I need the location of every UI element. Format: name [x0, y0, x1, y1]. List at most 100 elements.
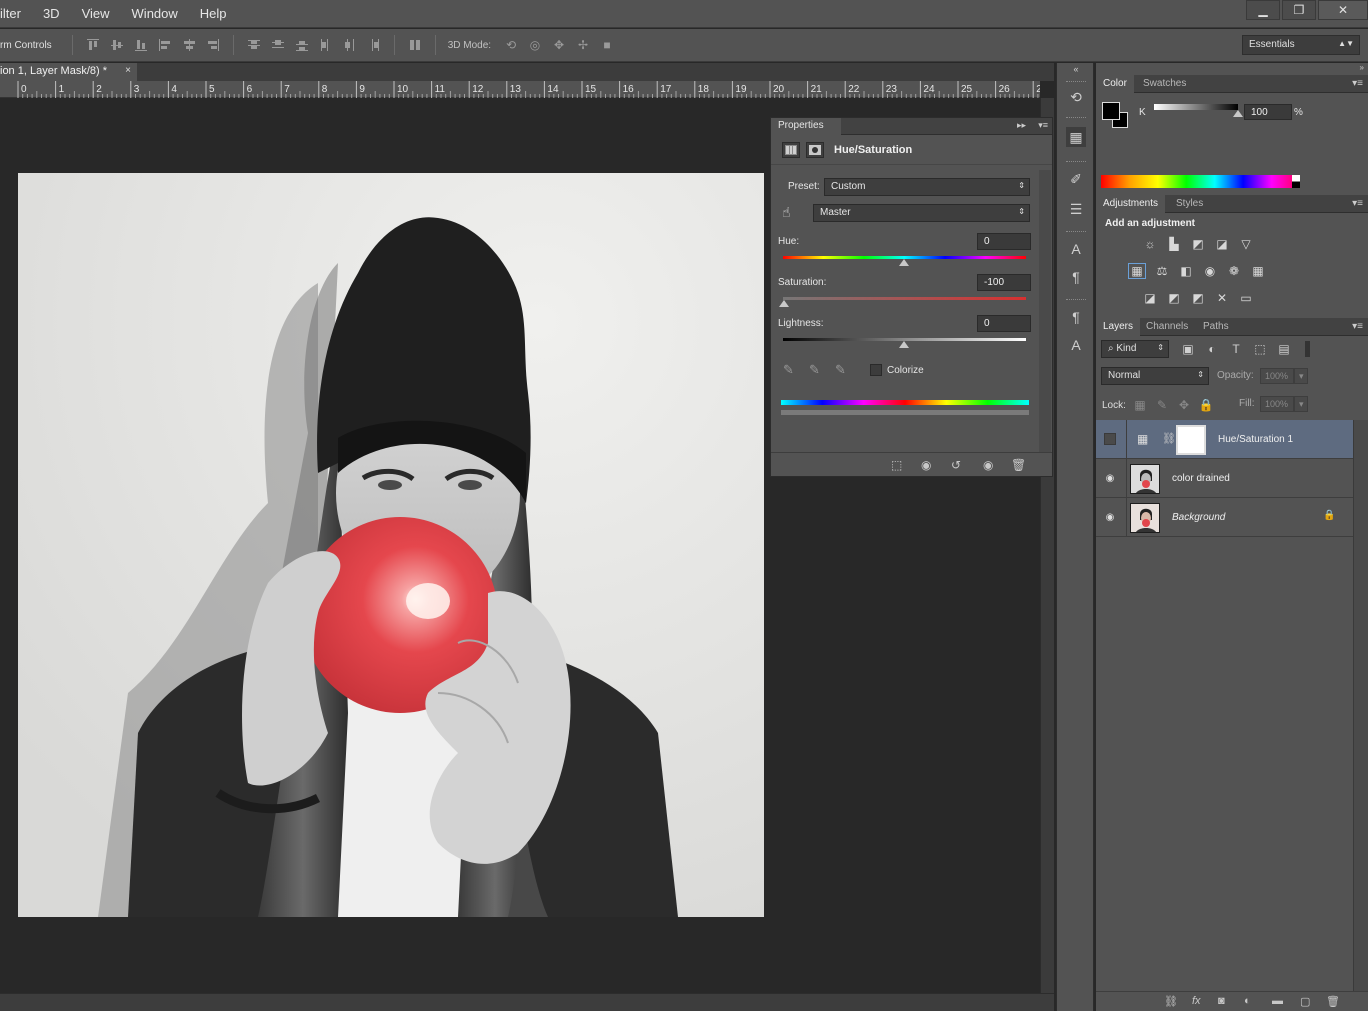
foreground-color-swatch[interactable]: [1102, 102, 1120, 120]
tab-adjustments[interactable]: Adjustments: [1096, 195, 1166, 213]
tab-styles[interactable]: Styles: [1169, 195, 1210, 213]
chain-link-icon[interactable]: ⛓: [1162, 432, 1176, 445]
color-lookup-icon[interactable]: ▦: [1249, 263, 1267, 279]
saturation-slider-thumb[interactable]: [779, 300, 789, 307]
layer-style-fx-icon[interactable]: fx: [1192, 995, 1201, 1007]
posterize-icon[interactable]: ◩: [1165, 290, 1183, 306]
distribute-top-icon[interactable]: [246, 38, 262, 52]
menu-view[interactable]: View: [71, 6, 121, 21]
layer-thumbnail[interactable]: [1130, 464, 1160, 494]
link-layers-icon[interactable]: ⛓: [1164, 995, 1178, 1008]
new-group-folder-icon[interactable]: ▬: [1272, 995, 1283, 1007]
transform-controls-label[interactable]: rm Controls: [0, 40, 52, 51]
k-slider-track[interactable]: [1154, 104, 1238, 110]
grip[interactable]: [1066, 117, 1086, 119]
document-tab[interactable]: ion 1, Layer Mask/8) * ×: [0, 63, 137, 81]
restore-button[interactable]: ❐: [1282, 0, 1316, 20]
3d-slide-icon[interactable]: ✢: [575, 38, 591, 52]
new-adjustment-layer-icon[interactable]: ◐: [1244, 995, 1251, 1007]
document-image[interactable]: [18, 173, 764, 917]
saturation-value-field[interactable]: -100: [977, 274, 1031, 291]
k-slider-thumb[interactable]: [1233, 110, 1243, 117]
targeted-adjustment-hand-icon[interactable]: ☝: [782, 204, 800, 222]
close-button[interactable]: ✕: [1318, 0, 1368, 20]
filter-shape-icon[interactable]: ⬚: [1252, 341, 1268, 357]
menu-filter[interactable]: ilter: [0, 6, 32, 21]
history-icon[interactable]: ⟲: [1066, 87, 1086, 107]
eye-icon[interactable]: ◉: [1102, 510, 1118, 524]
curves-icon[interactable]: ◩: [1189, 236, 1207, 252]
reset-icon[interactable]: ↺: [951, 458, 961, 472]
hue-saturation-adjustment-icon[interactable]: [782, 141, 800, 158]
tab-channels[interactable]: Channels: [1139, 318, 1195, 336]
colorize-checkbox[interactable]: [870, 364, 882, 376]
3d-drag-icon[interactable]: ✥: [551, 38, 567, 52]
lightness-value-field[interactable]: 0: [977, 315, 1031, 332]
hue-value-field[interactable]: 0: [977, 233, 1031, 250]
tab-swatches[interactable]: Swatches: [1136, 75, 1193, 93]
panel-menu-icon[interactable]: ▾≡: [1352, 198, 1363, 209]
tab-layers[interactable]: Layers: [1096, 318, 1141, 336]
clip-to-layer-icon[interactable]: ⬚: [891, 458, 902, 472]
invert-icon[interactable]: ◪: [1141, 290, 1159, 306]
paragraph-icon[interactable]: ¶: [1066, 267, 1086, 287]
align-horizontal-centers-icon[interactable]: [181, 38, 197, 52]
distribute-right-icon[interactable]: [366, 38, 382, 52]
properties-tab[interactable]: Properties: [771, 118, 841, 135]
auto-align-icon[interactable]: [407, 38, 423, 52]
lightness-slider-thumb[interactable]: [899, 341, 909, 348]
layer-mask-thumbnail[interactable]: [1176, 425, 1206, 455]
fill-dropdown-icon[interactable]: ▾: [1294, 396, 1308, 412]
photo-filter-icon[interactable]: ◉: [1201, 263, 1219, 279]
3d-rotate-icon[interactable]: ⟲: [503, 38, 519, 52]
collapse-dock-icon[interactable]: «: [1066, 63, 1086, 75]
panel-menu-icon[interactable]: ▾≡: [1038, 120, 1048, 131]
menu-help[interactable]: Help: [189, 6, 238, 21]
filter-smart-object-icon[interactable]: ▤: [1276, 341, 1292, 357]
distribute-left-icon[interactable]: [318, 38, 334, 52]
align-right-edges-icon[interactable]: [205, 38, 221, 52]
layer-row-background[interactable]: ◉ Background 🔒: [1096, 498, 1353, 537]
blend-mode-select[interactable]: Normal ⇕: [1101, 367, 1209, 385]
3d-camera-icon[interactable]: ■: [599, 38, 615, 52]
saturation-slider-track[interactable]: [783, 297, 1026, 300]
add-mask-icon[interactable]: ◙: [1218, 995, 1225, 1007]
expand-panel-icon[interactable]: ▸▸: [1017, 120, 1026, 131]
distribute-horizontal-icon[interactable]: [342, 38, 358, 52]
3d-roll-icon[interactable]: ◎: [527, 38, 543, 52]
align-bottom-edges-icon[interactable]: [133, 38, 149, 52]
layer-name[interactable]: Background: [1172, 512, 1225, 523]
opacity-dropdown-icon[interactable]: ▾: [1294, 368, 1308, 384]
threshold-icon[interactable]: ◩: [1189, 290, 1207, 306]
tab-color[interactable]: Color: [1096, 75, 1134, 93]
distribute-centers-icon[interactable]: [270, 38, 286, 52]
selective-color-icon[interactable]: ✕: [1213, 290, 1231, 306]
black-white-ramp[interactable]: [1292, 175, 1300, 188]
canvas-horizontal-scrollbar[interactable]: [0, 993, 1054, 1011]
paragraph-styles-icon[interactable]: ¶: [1066, 307, 1086, 327]
trash-icon[interactable]: 🗑: [1326, 995, 1340, 1008]
align-left-edges-icon[interactable]: [157, 38, 173, 52]
properties-panel-icon[interactable]: ▦: [1066, 127, 1086, 147]
eyedropper-plus-icon[interactable]: ✎: [809, 362, 820, 378]
channel-mixer-icon[interactable]: ❁: [1225, 263, 1243, 279]
character-icon[interactable]: A: [1066, 239, 1086, 259]
lock-pixels-icon[interactable]: ✎: [1154, 397, 1170, 413]
grip[interactable]: [1066, 161, 1086, 163]
hue-slider-thumb[interactable]: [899, 259, 909, 266]
new-layer-icon[interactable]: ▢: [1300, 995, 1310, 1008]
workspace-select[interactable]: Essentials ▲▼: [1242, 35, 1360, 55]
layer-visibility-toggle[interactable]: [1104, 433, 1116, 445]
hue-saturation-icon[interactable]: ▦: [1128, 263, 1146, 279]
minimize-button[interactable]: ▁: [1246, 0, 1280, 20]
menu-3d[interactable]: 3D: [32, 6, 71, 21]
view-previous-state-icon[interactable]: ◉: [921, 458, 931, 472]
levels-icon[interactable]: ▙: [1165, 236, 1183, 252]
layer-mask-icon[interactable]: [806, 141, 824, 158]
eye-icon[interactable]: ◉: [1102, 471, 1118, 485]
filter-toggle[interactable]: [1305, 341, 1310, 357]
grip[interactable]: [1066, 231, 1086, 233]
filter-adjustment-icon[interactable]: ◐: [1204, 341, 1220, 357]
align-top-edges-icon[interactable]: [85, 38, 101, 52]
layer-name[interactable]: Hue/Saturation 1: [1218, 434, 1293, 445]
